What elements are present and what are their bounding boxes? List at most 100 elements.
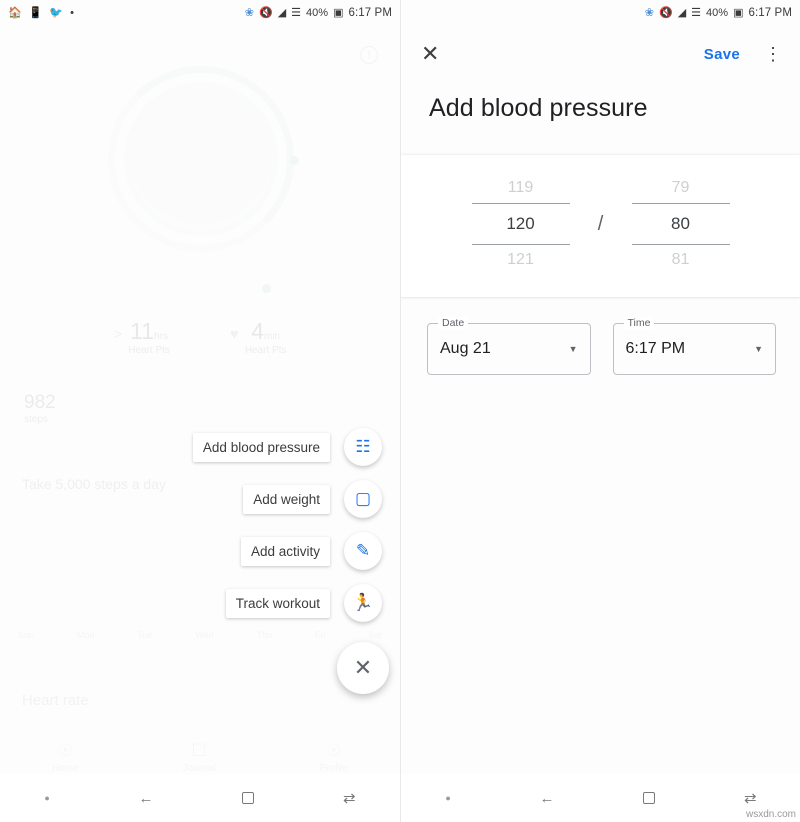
- speed-dial-item-blood-pressure[interactable]: Add blood pressure ☷: [192, 428, 382, 466]
- date-field[interactable]: Date Aug 21 ▼: [427, 317, 591, 375]
- right-status-bar: ❀ 🔇 ◢ ☰ 40% ▣ 6:17 PM: [401, 0, 800, 26]
- stat-item: > 11hrs Heart Pts: [113, 318, 169, 356]
- stat-value: 4: [251, 318, 264, 344]
- picker-separator: /: [597, 212, 604, 235]
- running-icon[interactable]: 🏃: [344, 584, 382, 622]
- tab-profile[interactable]: ☉ Profile: [320, 741, 348, 774]
- back-icon[interactable]: ←: [540, 790, 555, 807]
- home-square-icon[interactable]: [242, 792, 255, 804]
- speed-dial-item-workout[interactable]: Track workout 🏃: [225, 584, 382, 622]
- stat-item: ♥ 4min Heart Pts: [230, 318, 287, 356]
- battery-icon: ▣: [333, 6, 344, 19]
- dot-icon: •: [70, 6, 74, 19]
- goal-text: Take 5,000 steps a day: [22, 476, 166, 492]
- speed-dial-label[interactable]: Track workout: [225, 588, 330, 618]
- chevron-down-icon[interactable]: ▼: [754, 344, 763, 354]
- right-nav-bar: ● ← ⇄: [401, 774, 800, 822]
- ring-marker-dot: [290, 156, 299, 165]
- time-field-label: Time: [623, 317, 655, 329]
- time-field-value: 6:17 PM: [625, 340, 686, 357]
- status-time: 6:17 PM: [748, 7, 792, 19]
- recents-icon[interactable]: ⇄: [343, 789, 356, 807]
- date-field-value: Aug 21: [440, 340, 491, 357]
- heart-glyph-icon: ♥: [229, 326, 239, 343]
- diastolic-input[interactable]: 80: [631, 203, 730, 245]
- heart-rate-section-label: Heart rate: [22, 692, 89, 709]
- back-icon[interactable]: ←: [139, 790, 154, 807]
- tab-home[interactable]: ☉ Home: [52, 741, 79, 774]
- bottom-tab-bar: ☉ Home ☐ Journal ☉ Profile: [0, 741, 400, 774]
- tab-journal[interactable]: ☐ Journal: [183, 741, 216, 774]
- speed-dial-item-activity[interactable]: Add activity ✎: [240, 532, 382, 570]
- bluetooth-icon: ❀: [244, 6, 254, 19]
- pencil-icon[interactable]: ✎: [344, 532, 382, 570]
- profile-icon: ☉: [326, 741, 342, 760]
- home-icon: 🏠: [8, 6, 22, 19]
- battery-icon: ▣: [733, 6, 744, 19]
- page-title: Add blood pressure: [429, 94, 648, 122]
- tab-label: Home: [52, 763, 79, 774]
- close-icon[interactable]: ✕: [421, 43, 439, 65]
- chart-label: Mon: [76, 630, 95, 640]
- chart-label: Tue: [137, 630, 153, 640]
- date-field-label: Date: [438, 317, 469, 329]
- signal-icon: ☰: [691, 6, 702, 19]
- blood-pressure-icon[interactable]: ☷: [344, 428, 382, 466]
- battery-percent: 40%: [306, 7, 329, 19]
- diastolic-below-value[interactable]: 81: [632, 245, 730, 275]
- ring-marker-dot: [262, 284, 271, 293]
- activity-ring-area: !: [0, 38, 400, 338]
- recents-icon[interactable]: ⇄: [744, 789, 757, 807]
- stat-unit: hrs: [154, 331, 168, 342]
- right-screen: ❀ 🔇 ◢ ☰ 40% ▣ 6:17 PM ✕ Save ⋮ Add blood…: [400, 0, 800, 822]
- left-status-bar: 🏠 📱 🐦 • ❀ 🔇 ◢ ☰ 40% ▣ 6:17 PM: [0, 0, 400, 26]
- fab-close-button[interactable]: ✕: [337, 642, 389, 694]
- stats-row: > 11hrs Heart Pts ♥ 4min Heart Pts: [0, 318, 400, 356]
- steps-caption: steps: [24, 414, 48, 425]
- dual-screenshot: 🏠 📱 🐦 • ❀ 🔇 ◢ ☰ 40% ▣ 6:17 PM ! > 11hrs …: [0, 0, 800, 822]
- stat-value: 11: [130, 318, 155, 344]
- tab-label: Profile: [319, 763, 348, 774]
- diastolic-above-value[interactable]: 79: [632, 173, 730, 203]
- datetime-fields: Date Aug 21 ▼ Time 6:17 PM ▼: [401, 297, 800, 375]
- speed-dial-menu: Add blood pressure ☷ Add weight ▢ Add ac…: [192, 428, 389, 694]
- stat-caption: Heart Pts: [244, 345, 287, 356]
- mute-icon: 🔇: [258, 6, 273, 19]
- systolic-below-value[interactable]: 121: [472, 245, 570, 275]
- picker-below-row: 121 81: [401, 245, 800, 275]
- chevron-down-icon[interactable]: ▼: [569, 344, 578, 354]
- dialog-top-bar: ✕ Save ⋮: [401, 26, 800, 82]
- home-icon: ☉: [57, 741, 73, 760]
- status-time: 6:17 PM: [348, 7, 392, 19]
- twitter-icon: 🐦: [49, 6, 64, 19]
- systolic-input[interactable]: 120: [471, 203, 570, 245]
- speed-dial-item-weight[interactable]: Add weight ▢: [243, 480, 382, 518]
- scale-icon[interactable]: ▢: [344, 480, 382, 518]
- info-icon[interactable]: !: [360, 46, 378, 64]
- dot-icon: ●: [44, 793, 50, 803]
- battery-percent: 40%: [706, 7, 729, 19]
- vibrate-icon: 📱: [28, 6, 43, 19]
- steps-block: 982 steps: [24, 392, 56, 425]
- systolic-above-value[interactable]: 119: [472, 173, 570, 203]
- picker-above-row: 119 79: [401, 173, 800, 203]
- speed-dial-label[interactable]: Add activity: [240, 536, 330, 566]
- steps-glyph-icon: >: [113, 326, 123, 343]
- mute-icon: 🔇: [658, 6, 673, 19]
- watermark: wsxdn.com: [745, 809, 796, 820]
- wifi-icon: ◢: [677, 6, 687, 19]
- speed-dial-label[interactable]: Add weight: [243, 484, 330, 514]
- dot-icon: ●: [445, 793, 451, 803]
- time-field[interactable]: Time 6:17 PM ▼: [612, 317, 776, 375]
- left-nav-bar: ● ← ⇄: [0, 774, 400, 822]
- home-square-icon[interactable]: [643, 792, 656, 804]
- stat-caption: Heart Pts: [128, 345, 170, 356]
- activity-ring-inner: [124, 82, 278, 236]
- speed-dial-label[interactable]: Add blood pressure: [192, 432, 330, 462]
- picker-selected-row: 120 / 80: [401, 203, 800, 245]
- save-button[interactable]: Save: [704, 46, 740, 63]
- stat-unit: min: [264, 331, 281, 342]
- blood-pressure-picker: 119 79 120 / 80 121 81: [401, 155, 800, 297]
- overflow-menu-icon[interactable]: ⋮: [750, 45, 782, 63]
- steps-value: 982: [24, 392, 56, 413]
